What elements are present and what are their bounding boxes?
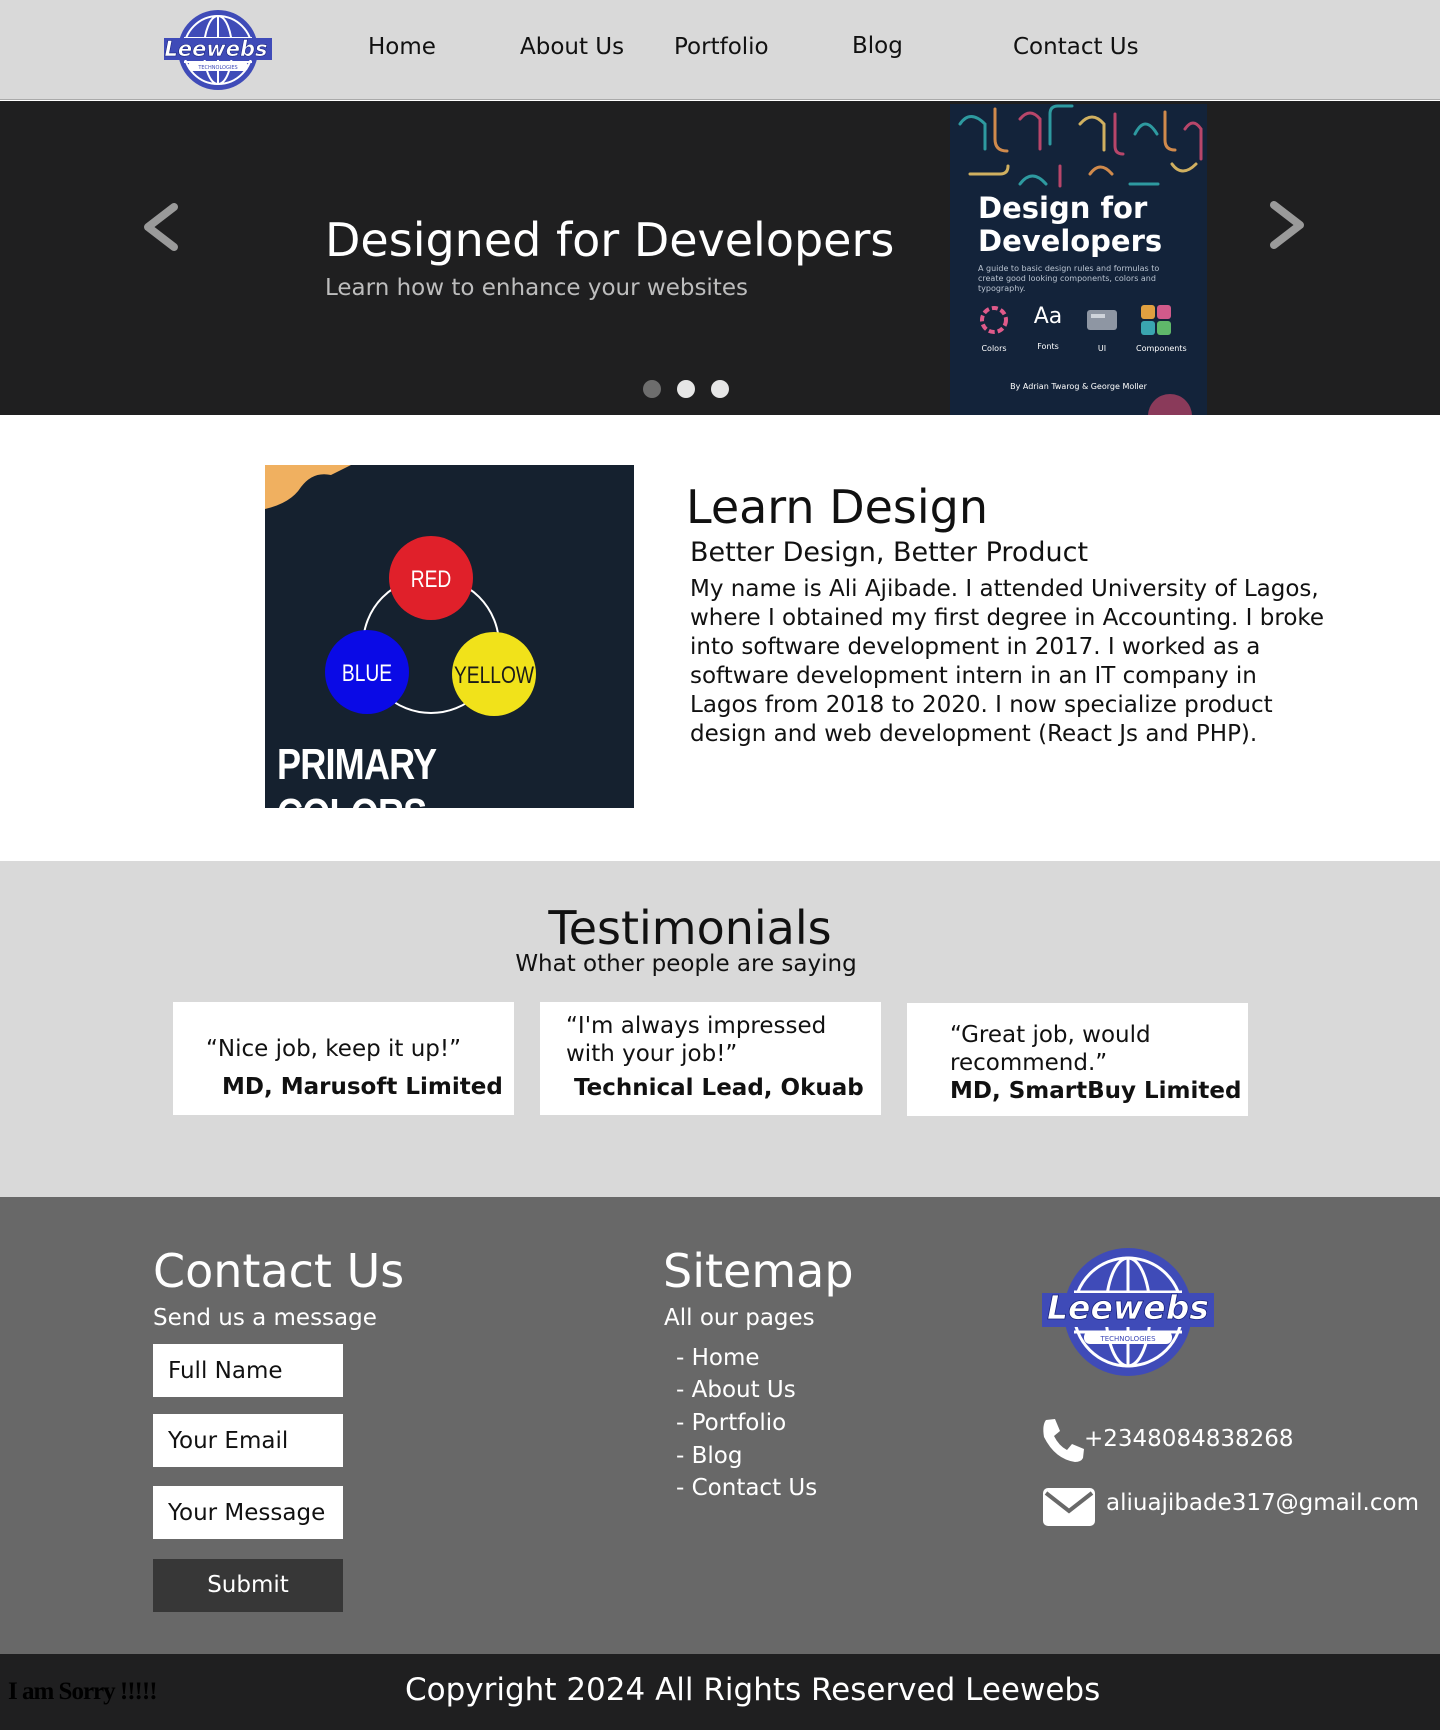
about-paragraph: My name is Ali Ajibade. I attended Unive…	[690, 576, 1325, 747]
contact-subheading: Send us a message	[153, 1305, 377, 1331]
copyright-bar: I am Sorry !!!!! Copyright 2024 All Righ…	[0, 1654, 1440, 1730]
nav-contact-us[interactable]: Contact Us	[1013, 34, 1139, 60]
testimonial-author: MD, SmartBuy Limited	[950, 1078, 1242, 1104]
about-heading: Learn Design	[686, 480, 989, 534]
svg-text:Leewebs: Leewebs	[1047, 1288, 1209, 1327]
testimonial-quote: “I'm always impressed with your job!”	[566, 1013, 827, 1067]
svg-text:TECHNOLOGIES: TECHNOLOGIES	[1099, 1335, 1156, 1343]
svg-text:Leewebs: Leewebs	[164, 37, 267, 61]
svg-text:YELLOW: YELLOW	[454, 661, 534, 689]
pattern-decoration	[958, 104, 1203, 188]
chevron-left-icon[interactable]	[136, 197, 186, 257]
testimonial-card: “Great job, would recommend.” MD, SmartB…	[907, 1003, 1248, 1116]
primary-colors-caption: PRIMARY COLORS	[277, 740, 436, 808]
about-section: RED BLUE YELLOW PRIMARY COLORS Learn Des…	[0, 415, 1440, 861]
hero-title: Designed for Developers	[325, 213, 895, 267]
nav-home[interactable]: Home	[368, 34, 436, 60]
carousel-indicators	[643, 380, 729, 398]
full-name-field[interactable]	[153, 1344, 343, 1397]
testimonial-quote: “Great job, would recommend.”	[950, 1022, 1151, 1076]
footer: Contact Us Send us a message Submit Site…	[0, 1197, 1440, 1654]
hero-subtitle: Learn how to enhance your websites	[325, 275, 748, 301]
sorry-text: I am Sorry !!!!!	[8, 1678, 158, 1705]
copyright-text: Copyright 2024 All Rights Reserved Leewe…	[405, 1672, 1101, 1708]
book-title: Design for Developers	[978, 191, 1163, 258]
testimonial-author: Technical Lead, Okuab	[574, 1075, 864, 1101]
email-address[interactable]: aliuajibade317@gmail.com	[1106, 1490, 1419, 1516]
carousel-dot[interactable]	[643, 380, 661, 398]
submit-button[interactable]: Submit	[153, 1559, 343, 1612]
top-nav: Leewebs TECHNOLOGIES Home About Us Portf…	[0, 0, 1440, 100]
about-subheading: Better Design, Better Product	[690, 537, 1089, 568]
sitemap-link-portfolio[interactable]: - Portfolio	[676, 1410, 786, 1436]
fonts-icon: Aa Fonts	[1033, 304, 1063, 351]
ui-icon: UI	[1082, 302, 1122, 353]
chevron-right-icon[interactable]	[1262, 195, 1312, 255]
testimonials-section: Testimonials What other people are sayin…	[0, 861, 1440, 1197]
hero-carousel: Designed for Developers Learn how to enh…	[0, 101, 1440, 415]
testimonials-heading: Testimonials	[548, 901, 832, 955]
sitemap-link-about-us[interactable]: - About Us	[676, 1377, 796, 1403]
nav-portfolio[interactable]: Portfolio	[674, 34, 769, 60]
primary-colors-image: RED BLUE YELLOW PRIMARY COLORS	[265, 465, 634, 808]
carousel-dot[interactable]	[711, 380, 729, 398]
carousel-dot[interactable]	[677, 380, 695, 398]
book-corner-decoration	[1148, 394, 1192, 415]
book-description: A guide to basic design rules and formul…	[978, 264, 1160, 293]
leewebs-logo[interactable]: Leewebs TECHNOLOGIES	[160, 8, 272, 92]
nav-blog[interactable]: Blog	[852, 33, 903, 59]
contact-heading: Contact Us	[153, 1244, 405, 1298]
testimonial-card: “I'm always impressed with your job!” Te…	[540, 1002, 881, 1115]
nav-about-us[interactable]: About Us	[520, 34, 624, 60]
testimonial-quote: “Nice job, keep it up!”	[206, 1036, 462, 1062]
sitemap-link-blog[interactable]: - Blog	[676, 1443, 742, 1469]
message-field[interactable]	[153, 1486, 343, 1539]
book-icon-row: Colors Aa Fonts UI Components	[974, 302, 1187, 353]
svg-text:TECHNOLOGIES: TECHNOLOGIES	[197, 65, 237, 71]
testimonial-card: “Nice job, keep it up!” MD, Marusoft Lim…	[173, 1002, 514, 1115]
phone-number[interactable]: +2348084838268	[1084, 1426, 1294, 1452]
svg-text:RED: RED	[411, 565, 452, 593]
svg-text:BLUE: BLUE	[342, 659, 392, 687]
book-cover-image: Design for Developers A guide to basic d…	[950, 104, 1207, 415]
testimonials-subheading: What other people are saying	[515, 951, 857, 977]
components-icon: Components	[1136, 302, 1187, 353]
sitemap-heading: Sitemap	[663, 1244, 854, 1298]
sitemap-link-home[interactable]: - Home	[676, 1345, 760, 1371]
colors-icon: Colors	[974, 302, 1014, 353]
sitemap-subheading: All our pages	[664, 1305, 815, 1331]
email-field[interactable]	[153, 1414, 343, 1467]
leewebs-logo: Leewebs TECHNOLOGIES	[1042, 1248, 1214, 1376]
envelope-icon	[1043, 1488, 1095, 1526]
phone-icon	[1043, 1419, 1084, 1462]
sitemap-link-contact-us[interactable]: - Contact Us	[676, 1475, 817, 1501]
testimonial-author: MD, Marusoft Limited	[222, 1074, 503, 1100]
